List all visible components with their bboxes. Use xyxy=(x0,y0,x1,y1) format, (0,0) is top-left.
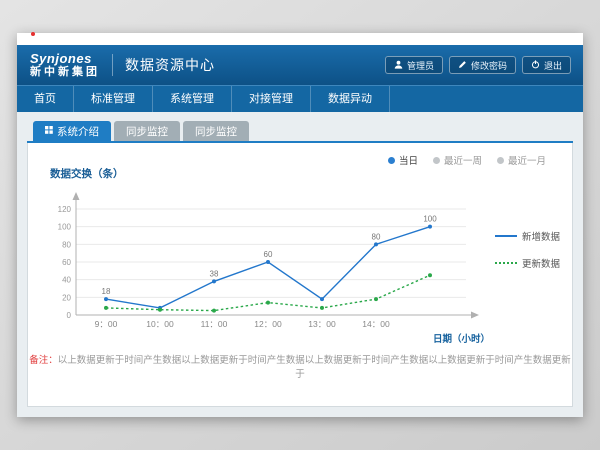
chart-svg: 0 20 40 60 80 100 120 9：00 10：00 11：00 12：00 13：00 1… xyxy=(42,185,494,353)
header-divider xyxy=(112,54,113,76)
main-nav: 首页 标准管理 系统管理 对接管理 数据异动 xyxy=(17,85,583,112)
svg-text:12：00: 12：00 xyxy=(254,319,282,329)
power-icon xyxy=(531,60,540,71)
svg-text:20: 20 xyxy=(62,293,71,302)
footnote-prefix: 备注： xyxy=(29,355,58,366)
period-filter-today[interactable]: 当日 xyxy=(388,153,418,167)
grid-icon xyxy=(45,125,53,137)
svg-text:0: 0 xyxy=(67,311,72,320)
logo-text: Synjones xyxy=(30,52,100,66)
nav-item-data-changes[interactable]: 数据异动 xyxy=(311,86,390,112)
tab-label: 同步监控 xyxy=(126,124,168,139)
nav-item-home[interactable]: 首页 xyxy=(17,86,74,112)
dotted-line-icon xyxy=(495,262,517,264)
footnote: 备注：以上数据更新于时间产生数据以上数据更新于时间产生数据以上数据更新于时间产生… xyxy=(28,352,572,380)
app-title: 数据资源中心 xyxy=(125,55,215,75)
legend-label: 新增数据 xyxy=(522,229,560,243)
radio-dot-icon xyxy=(433,157,440,164)
period-filter-last-month[interactable]: 最近一月 xyxy=(497,153,546,167)
svg-text:100: 100 xyxy=(58,223,72,232)
period-filter-last-week[interactable]: 最近一周 xyxy=(433,153,482,167)
svg-text:100: 100 xyxy=(423,215,437,224)
change-password-label: 修改密码 xyxy=(471,59,507,72)
svg-text:120: 120 xyxy=(58,205,72,214)
header-actions: 管理员 修改密码 退出 xyxy=(385,56,583,74)
svg-text:11：00: 11：00 xyxy=(201,319,228,329)
logo-subtext: 新中新集团 xyxy=(30,66,100,79)
user-icon xyxy=(394,60,403,71)
y-axis-label: 数据交换（条） xyxy=(50,166,124,181)
tab-bar: 系统介绍 同步监控 同步监控 xyxy=(27,121,573,141)
radio-dot-icon xyxy=(388,157,395,164)
svg-text:40: 40 xyxy=(62,276,71,285)
app-header: Synjones 新中新集团 数据资源中心 管理员 修改密码 xyxy=(17,45,583,85)
company-logo[interactable]: Synjones 新中新集团 xyxy=(17,52,100,79)
radio-dot-icon xyxy=(497,157,504,164)
logout-label: 退出 xyxy=(544,59,562,72)
change-password-button[interactable]: 修改密码 xyxy=(449,56,516,74)
chart-panel: 当日 最近一周 最近一月 数据交换（条） 0 20 40 60 80 100 120 9：00… xyxy=(27,143,573,407)
footnote-text: 以上数据更新于时间产生数据以上数据更新于时间产生数据以上数据更新于时间产生数据以… xyxy=(58,355,571,380)
svg-text:80: 80 xyxy=(372,232,381,241)
tab-system-intro[interactable]: 系统介绍 xyxy=(33,121,111,141)
period-filter-label: 最近一月 xyxy=(508,153,546,167)
svg-text:60: 60 xyxy=(264,250,273,259)
svg-text:10：00: 10：00 xyxy=(146,319,174,329)
nav-item-standard-mgmt[interactable]: 标准管理 xyxy=(74,86,153,112)
admin-user-button[interactable]: 管理员 xyxy=(385,56,443,74)
tab-sync-monitor-1[interactable]: 同步监控 xyxy=(114,121,180,141)
nav-item-connection-mgmt[interactable]: 对接管理 xyxy=(232,86,311,112)
svg-text:38: 38 xyxy=(210,269,219,278)
nav-item-system-mgmt[interactable]: 系统管理 xyxy=(153,86,232,112)
period-filter-group: 当日 最近一周 最近一月 xyxy=(388,153,546,167)
svg-text:13：00: 13：00 xyxy=(308,319,336,329)
series-legend: 新增数据 更新数据 xyxy=(495,229,560,270)
period-filter-label: 最近一周 xyxy=(444,153,482,167)
svg-text:日期（小时）: 日期（小时） xyxy=(433,333,490,345)
svg-text:60: 60 xyxy=(62,258,71,267)
line-chart: 0 20 40 60 80 100 120 9：00 10：00 11：00 12：00 13：00 1… xyxy=(42,185,494,358)
admin-user-label: 管理员 xyxy=(407,59,434,72)
period-filter-label: 当日 xyxy=(399,153,418,167)
legend-item-updated-data[interactable]: 更新数据 xyxy=(495,256,560,270)
content-area: 系统介绍 同步监控 同步监控 当日 最近一周 xyxy=(17,112,583,417)
legend-label: 更新数据 xyxy=(522,256,560,270)
svg-text:14：00: 14：00 xyxy=(362,319,390,329)
svg-text:18: 18 xyxy=(102,287,111,296)
tab-sync-monitor-2[interactable]: 同步监控 xyxy=(183,121,249,141)
pencil-icon xyxy=(458,60,467,71)
svg-text:9：00: 9：00 xyxy=(95,319,118,329)
app-window: Synjones 新中新集团 数据资源中心 管理员 修改密码 xyxy=(17,33,583,417)
svg-text:80: 80 xyxy=(62,240,71,249)
legend-item-new-data[interactable]: 新增数据 xyxy=(495,229,560,243)
logout-button[interactable]: 退出 xyxy=(522,56,571,74)
tab-label: 系统介绍 xyxy=(57,124,99,139)
tab-label: 同步监控 xyxy=(195,124,237,139)
page-top-strip xyxy=(17,33,583,45)
logo-accent-dot xyxy=(31,32,35,36)
solid-line-icon xyxy=(495,235,517,237)
